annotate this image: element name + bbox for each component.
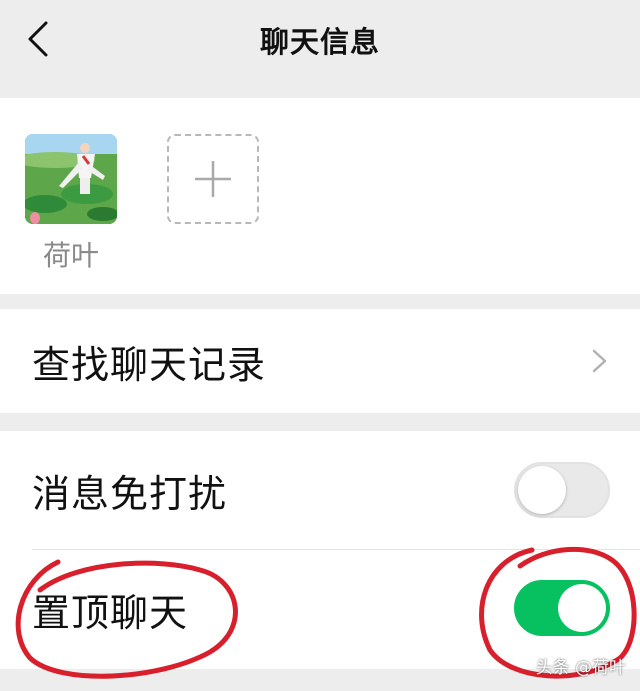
mute-row: 消息免打扰: [0, 431, 640, 549]
chevron-right-icon: [592, 349, 607, 373]
nav-bar: 聊天信息: [0, 0, 640, 82]
settings-section: 消息免打扰 置顶聊天: [0, 431, 640, 669]
chat-info-screen: 聊天信息 荷叶 查找聊天记录 消息免打扰 置顶聊天 头条 @荷叶: [0, 0, 640, 691]
plus-icon: [195, 161, 231, 197]
pin-label: 置顶聊天: [32, 590, 189, 635]
search-history-label: 查找聊天记录: [32, 342, 267, 387]
search-history-row[interactable]: 查找聊天记录: [0, 309, 640, 413]
member-item[interactable]: 荷叶: [25, 134, 117, 274]
page-title: 聊天信息: [259, 25, 380, 59]
pin-row: 置顶聊天: [0, 549, 640, 669]
avatar[interactable]: [25, 134, 117, 224]
mute-label: 消息免打扰: [32, 471, 228, 516]
pin-toggle[interactable]: [514, 580, 610, 636]
toggle-knob: [558, 584, 606, 632]
mute-toggle[interactable]: [514, 462, 610, 518]
avatar-image: [25, 134, 117, 224]
watermark: 头条 @荷叶: [535, 658, 626, 678]
member-section: 荷叶: [0, 98, 640, 294]
toggle-knob: [518, 466, 566, 514]
member-name: 荷叶: [42, 239, 99, 272]
add-member-button[interactable]: [167, 134, 259, 224]
search-section: 查找聊天记录: [0, 309, 640, 413]
